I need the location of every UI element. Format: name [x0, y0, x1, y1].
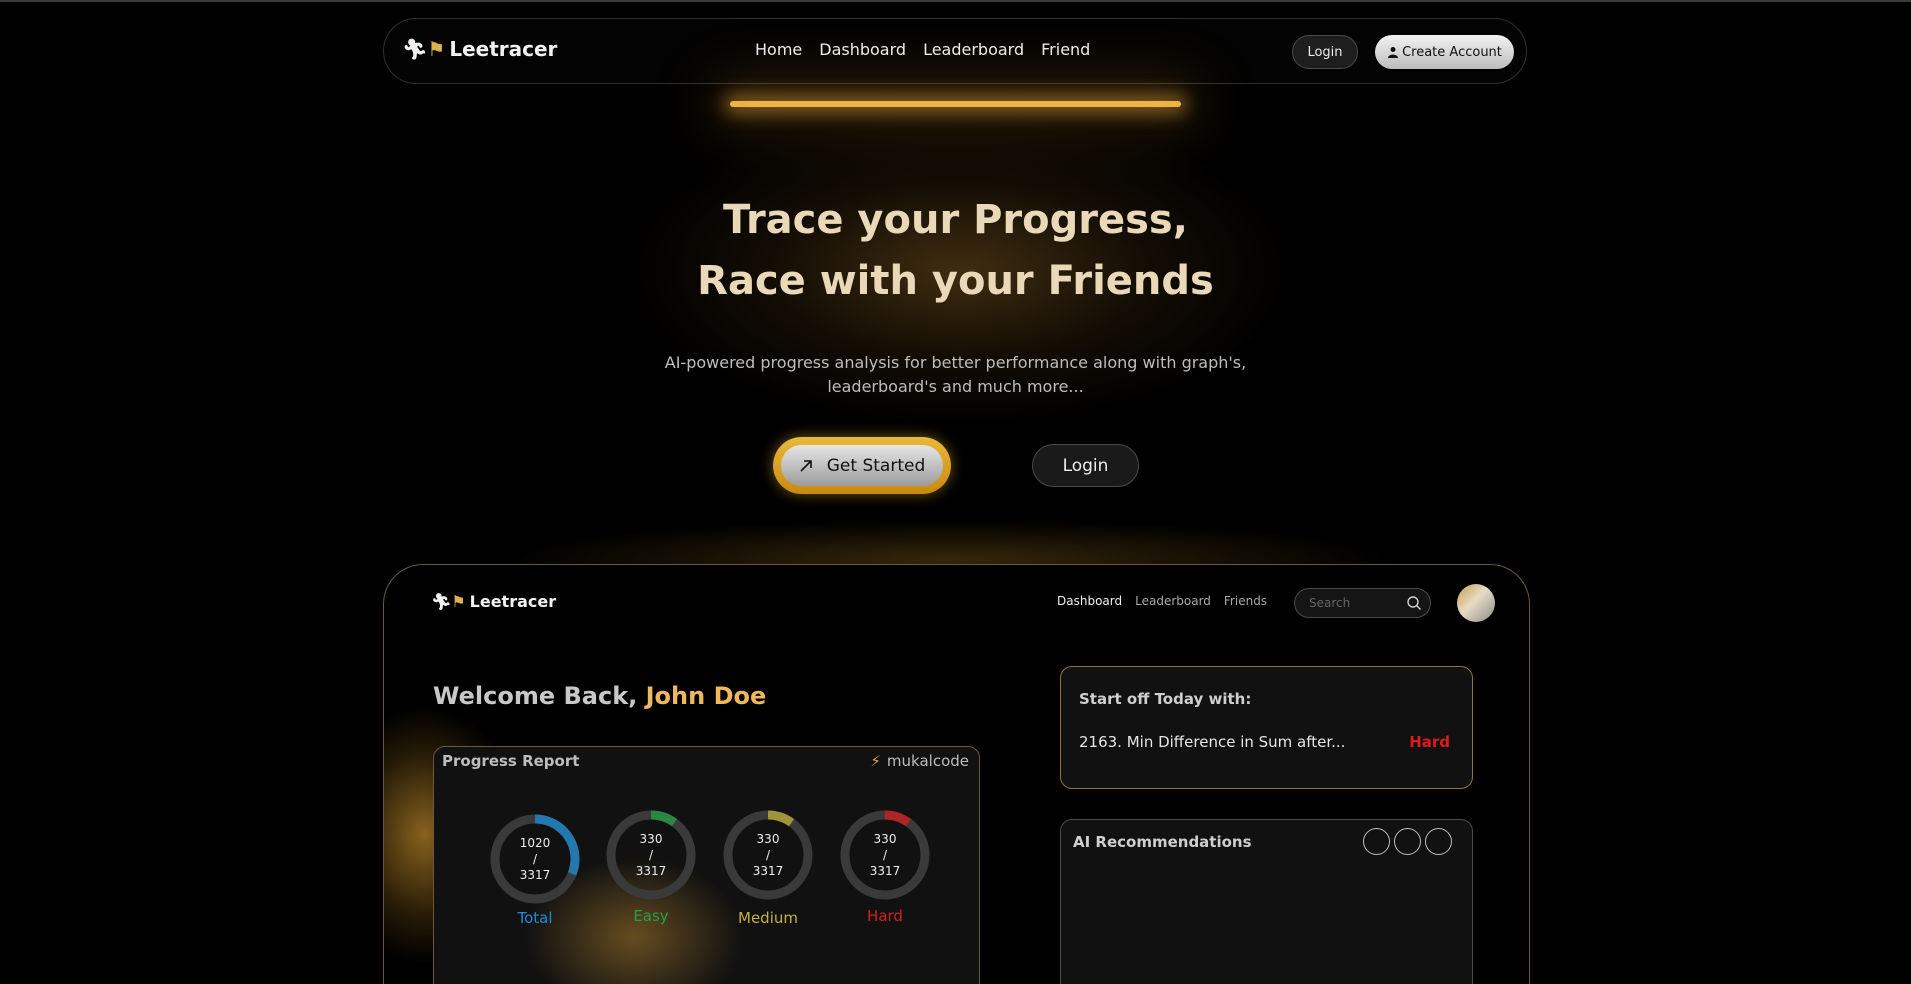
- progress-ring-hard: 330 / 3317: [839, 809, 931, 901]
- runner-flag-icon: 🏃︎⚑: [431, 591, 466, 611]
- difficulty-badge: Hard: [1409, 733, 1450, 751]
- welcome-heading: Welcome Back, John Doe: [433, 682, 766, 710]
- ring-separator: /: [532, 852, 538, 866]
- create-account-button[interactable]: Create Account: [1375, 35, 1514, 69]
- ring-total: 3317: [519, 868, 551, 882]
- dashboard-nav-friends[interactable]: Friends: [1224, 594, 1267, 608]
- dashboard-brand-logo[interactable]: 🏃︎⚑ Leetracer: [431, 592, 556, 611]
- dashboard-nav: Dashboard Leaderboard Friends: [1057, 594, 1267, 608]
- progress-ring-label: Total: [517, 909, 553, 927]
- ring-separator: /: [765, 848, 771, 862]
- browser-top-border: [0, 0, 1911, 2]
- get-started-label: Get Started: [826, 455, 926, 476]
- dashboard-nav-leaderboard[interactable]: Leaderboard: [1135, 594, 1211, 608]
- get-started-button[interactable]: Get Started: [781, 445, 943, 486]
- hero-login-button[interactable]: Login: [1032, 444, 1139, 487]
- progress-ring-easy: 330 / 3317: [605, 809, 697, 901]
- ring-solved: 330: [756, 832, 780, 846]
- navbar-glow-bar: [730, 101, 1181, 107]
- arrow-up-right-icon: [800, 459, 812, 472]
- progress-ring-label: Easy: [633, 907, 669, 925]
- nav-links: Home Dashboard Leaderboard Friend: [755, 40, 1090, 59]
- hero-subtitle: AI-powered progress analysis for better …: [660, 351, 1251, 399]
- ai-toggle-circle[interactable]: [1394, 828, 1421, 855]
- ring-solved: 1020: [519, 836, 551, 850]
- hero-subtitle-line1: AI-powered progress analysis for better …: [664, 353, 1247, 372]
- create-account-label: Create Account: [1402, 44, 1502, 60]
- ring-total: 3317: [869, 864, 901, 878]
- dashboard-preview: 🏃︎⚑ Leetracer Dashboard Leaderboard Frie…: [383, 564, 1530, 984]
- hero-title: Trace your Progress, Race with your Frie…: [600, 190, 1311, 312]
- nav-login-button[interactable]: Login: [1292, 35, 1358, 69]
- ai-toggle-circle[interactable]: [1363, 828, 1390, 855]
- ai-recommendation-toggles: [1363, 828, 1452, 855]
- ring-total: 3317: [635, 864, 667, 878]
- progress-report-card: Progress Report ⚡︎ mukalcode 1020 / 3317 To…: [433, 746, 980, 984]
- start-today-title: Start off Today with:: [1079, 690, 1252, 708]
- avatar[interactable]: [1457, 584, 1495, 622]
- search-box: [1294, 588, 1431, 618]
- top-navbar: 🏃︎⚑ Leetracer Home Dashboard Leaderboard…: [383, 18, 1527, 84]
- daily-problem-link[interactable]: 2163. Min Difference in Sum after...: [1079, 733, 1345, 751]
- ai-recommendations-card: AI Recommendations: [1060, 819, 1473, 984]
- nav-link-dashboard[interactable]: Dashboard: [819, 40, 906, 59]
- dashboard-nav-dashboard[interactable]: Dashboard: [1057, 594, 1122, 608]
- username-text: mukalcode: [886, 752, 969, 770]
- nav-link-leaderboard[interactable]: Leaderboard: [923, 40, 1024, 59]
- progress-ring-label: Hard: [867, 907, 903, 925]
- nav-link-friend[interactable]: Friend: [1041, 40, 1090, 59]
- ring-separator: /: [882, 848, 888, 862]
- ai-toggle-circle[interactable]: [1425, 828, 1452, 855]
- user-icon: [1388, 47, 1399, 58]
- hero-subtitle-line2: leaderboard's and much more...: [827, 377, 1084, 396]
- user-name: John Doe: [645, 682, 767, 710]
- progress-ring-medium: 330 / 3317: [722, 809, 814, 901]
- nav-link-home[interactable]: Home: [755, 40, 802, 59]
- search-input[interactable]: [1307, 595, 1401, 611]
- ring-solved: 330: [639, 832, 663, 846]
- hero-title-line2: Race with your Friends: [697, 258, 1214, 304]
- welcome-prefix: Welcome Back,: [433, 682, 646, 710]
- ai-recommendations-title: AI Recommendations: [1073, 833, 1252, 851]
- leetcode-username: ⚡︎ mukalcode: [870, 752, 969, 770]
- hero-title-line1: Trace your Progress,: [723, 197, 1188, 243]
- progress-ring-label: Medium: [738, 909, 798, 927]
- runner-flag-icon: 🏃︎⚑: [402, 37, 446, 61]
- progress-report-title: Progress Report: [442, 752, 580, 770]
- leetcode-icon: ⚡︎: [870, 752, 881, 770]
- ring-separator: /: [648, 848, 654, 862]
- ring-solved: 330: [873, 832, 897, 846]
- search-icon[interactable]: [1406, 595, 1422, 611]
- brand-logo[interactable]: 🏃︎⚑ Leetracer: [402, 37, 557, 61]
- dashboard-brand-name: Leetracer: [469, 592, 557, 611]
- progress-ring-total: 1020 / 3317: [489, 813, 581, 905]
- brand-name: Leetracer: [449, 37, 558, 61]
- get-started-button-frame: Get Started: [773, 437, 951, 494]
- start-today-card: Start off Today with: 2163. Min Differen…: [1060, 666, 1473, 789]
- ring-total: 3317: [752, 864, 784, 878]
